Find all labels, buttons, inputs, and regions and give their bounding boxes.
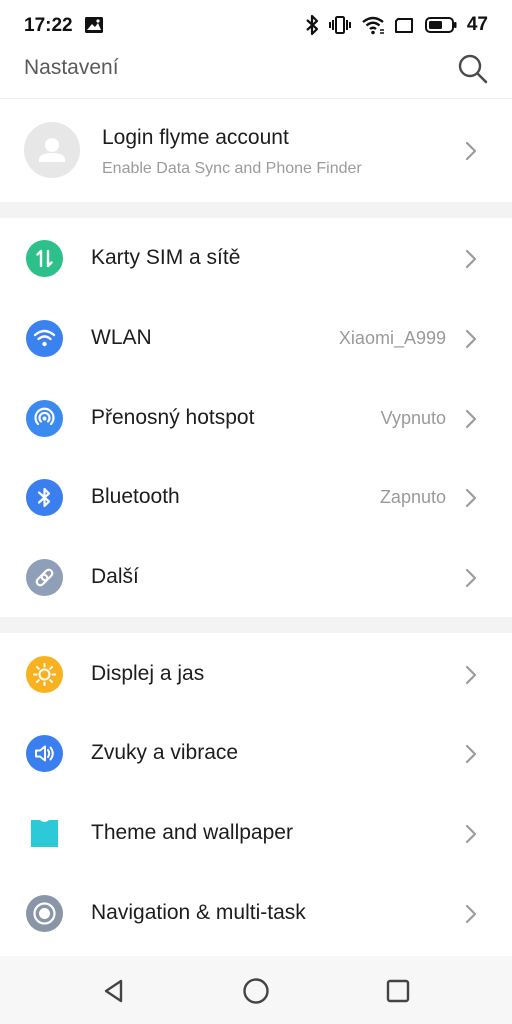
battery-icon	[424, 17, 457, 33]
chevron-right-icon	[465, 141, 477, 161]
page-title: Nastavení	[24, 56, 119, 79]
settings-item-hotspot[interactable]: Přenosný hotspot Vypnuto	[0, 379, 512, 459]
settings-item-theme[interactable]: Theme and wallpaper	[0, 794, 512, 874]
chevron-right-icon	[465, 249, 477, 269]
navigation-icon	[26, 895, 63, 932]
settings-item-sounds[interactable]: Zvuky a vibrace	[0, 714, 512, 794]
speaker-icon	[26, 735, 63, 772]
settings-item-navigation[interactable]: Navigation & multi-task	[0, 874, 512, 954]
chevron-right-icon	[465, 329, 477, 349]
hotspot-icon	[26, 400, 63, 437]
settings-item-value: Zapnuto	[379, 487, 446, 507]
bluetooth-icon	[26, 479, 63, 516]
link-icon	[26, 559, 63, 596]
wifi-icon	[362, 16, 384, 35]
sun-icon	[26, 656, 63, 693]
avatar	[24, 122, 80, 178]
section-divider	[0, 202, 512, 218]
wifi-icon	[26, 320, 63, 357]
settings-item-more[interactable]: Další	[0, 538, 512, 618]
settings-item-label: WLAN	[91, 326, 152, 349]
sim-icon	[26, 240, 63, 277]
bluetooth-icon	[306, 14, 318, 36]
back-icon[interactable]	[99, 976, 129, 1006]
section-divider	[0, 617, 512, 633]
settings-item-sim[interactable]: Karty SIM a sítě	[0, 219, 512, 299]
flyme-account-row[interactable]: Login flyme account Enable Data Sync and…	[0, 100, 512, 202]
settings-item-label: Karty SIM a sítě	[91, 246, 241, 269]
settings-item-bluetooth[interactable]: Bluetooth Zapnuto	[0, 458, 512, 538]
recents-icon[interactable]	[383, 976, 413, 1006]
settings-item-label: Navigation & multi-task	[91, 901, 306, 924]
settings-item-label: Zvuky a vibrace	[91, 741, 239, 764]
image-icon	[85, 17, 103, 33]
chevron-right-icon	[465, 409, 477, 429]
chevron-right-icon	[465, 744, 477, 764]
chevron-right-icon	[465, 665, 477, 685]
settings-item-label: Theme and wallpaper	[91, 821, 293, 844]
settings-item-wlan[interactable]: WLAN Xiaomi_A999	[0, 299, 512, 379]
chevron-right-icon	[465, 824, 477, 844]
account-title: Login flyme account	[102, 126, 289, 149]
chevron-right-icon	[465, 488, 477, 508]
settings-item-label: Další	[91, 565, 139, 588]
status-time: 17:22	[24, 15, 73, 36]
settings-item-value: Vypnuto	[380, 408, 446, 428]
settings-item-label: Bluetooth	[91, 485, 180, 508]
chevron-right-icon	[465, 568, 477, 588]
search-icon[interactable]	[456, 52, 490, 86]
vibrate-icon	[328, 16, 351, 34]
person-icon	[39, 138, 65, 162]
battery-level: 47	[466, 14, 488, 35]
settings-item-display[interactable]: Displej a jas	[0, 635, 512, 715]
screen-icon	[394, 18, 413, 33]
home-icon[interactable]	[241, 976, 271, 1006]
app-bar: Nastavení	[0, 52, 512, 99]
status-bar: 17:22 47	[0, 0, 512, 52]
settings-item-label: Přenosný hotspot	[91, 406, 255, 429]
settings-item-value: Xiaomi_A999	[338, 328, 446, 348]
system-nav-bar	[0, 956, 512, 1024]
account-subtitle: Enable Data Sync and Phone Finder	[102, 160, 362, 177]
shirt-icon	[26, 815, 63, 852]
settings-item-label: Displej a jas	[91, 662, 205, 685]
chevron-right-icon	[465, 904, 477, 924]
status-icons: 47	[305, 14, 488, 36]
